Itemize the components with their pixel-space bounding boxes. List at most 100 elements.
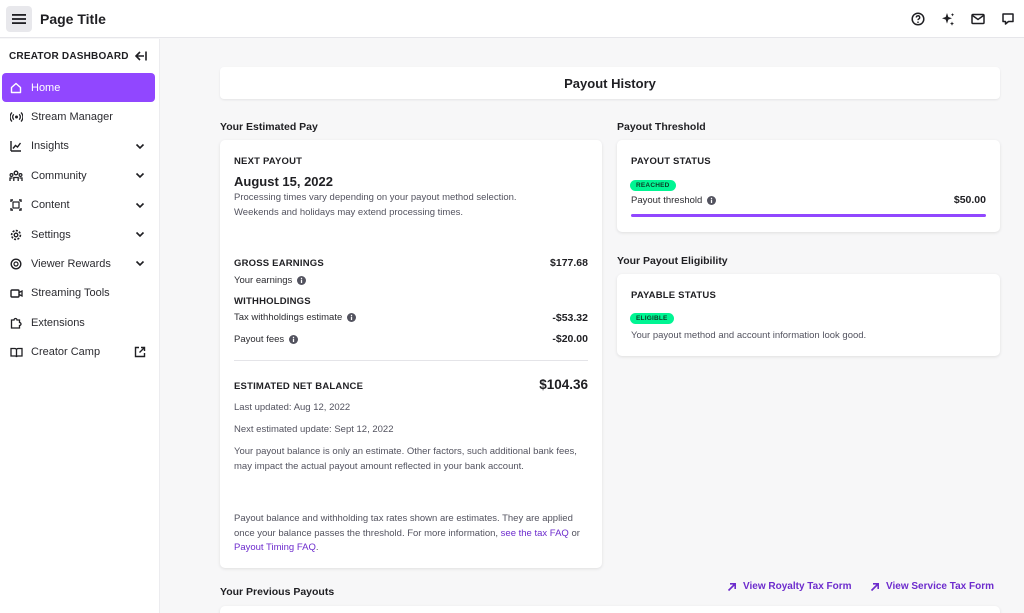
hamburger-icon: [12, 13, 26, 24]
sidebar-item-stream-manager[interactable]: Stream Manager: [0, 102, 159, 131]
mail-icon: [971, 13, 985, 25]
processing-note: Processing times vary depending on your …: [234, 192, 517, 218]
sparkle-icon: [942, 13, 955, 26]
rewards-icon: [10, 258, 22, 270]
whispers-button[interactable]: [998, 9, 1018, 29]
sidebar-item-label: Creator Camp: [31, 346, 101, 359]
view-royalty-tax-form-link[interactable]: View Royalty Tax Form: [727, 581, 852, 592]
gear-icon: [10, 229, 22, 240]
tax-faq-link[interactable]: see the tax FAQ: [501, 528, 569, 539]
gross-earnings-caption: GROSS EARNINGS: [234, 258, 324, 269]
sidebar-item-label: Insights: [31, 140, 69, 153]
estimate-footer: Payout balance and withholding tax rates…: [234, 512, 584, 556]
tax-withholdings-row: Tax withholdings estimate: [234, 312, 357, 323]
payout-threshold-label: Payout Threshold: [617, 121, 706, 133]
camera-icon: [9, 289, 23, 298]
your-earnings-label: Your earnings: [234, 275, 293, 286]
estimated-pay-label: Your Estimated Pay: [220, 121, 318, 133]
chevron-down-icon[interactable]: [134, 140, 146, 152]
broadcast-icon: [9, 112, 23, 123]
sidebar-item-label: Settings: [31, 228, 71, 241]
page-title: Page Title: [40, 10, 106, 27]
payout-status-caption: PAYOUT STATUS: [631, 156, 711, 167]
chevron-down-icon[interactable]: [134, 228, 146, 240]
collapse-sidebar-icon[interactable]: [135, 51, 147, 61]
sidebar-item-community[interactable]: Community: [0, 161, 159, 190]
payout-fees-label: Payout fees: [234, 334, 285, 345]
top-bar: Page Title: [0, 0, 1024, 38]
info-icon[interactable]: [707, 196, 717, 205]
payout-threshold-amount: $50.00: [953, 194, 986, 206]
threshold-progress-bar: [631, 214, 986, 217]
payout-eligibility-card: PAYABLE STATUS ELIGIBLE Your payout meth…: [617, 274, 1000, 356]
puzzle-icon: [10, 317, 22, 329]
payout-fees-amount: -$20.00: [552, 333, 588, 345]
sidebar-item-label: Content: [31, 199, 70, 212]
help-icon: [911, 12, 925, 26]
view-service-tax-form-link[interactable]: View Service Tax Form: [870, 581, 994, 592]
payable-status-caption: PAYABLE STATUS: [631, 290, 716, 301]
info-icon[interactable]: [297, 276, 307, 285]
sidebar-item-label: Stream Manager: [31, 111, 113, 124]
sidebar-item-label: Viewer Rewards: [31, 258, 111, 271]
sidebar-item-creator-camp[interactable]: Creator Camp: [0, 338, 159, 367]
payout-timing-faq-link[interactable]: Payout Timing FAQ: [234, 542, 316, 553]
sidebar-item-streaming-tools[interactable]: Streaming Tools: [0, 279, 159, 308]
sidebar-nav: Home Stream Manager Insights Community C…: [0, 73, 159, 367]
estimate-note: Your payout balance is only an estimate.…: [234, 446, 577, 472]
eligibility-badge: ELIGIBLE: [630, 313, 674, 324]
info-icon[interactable]: [347, 313, 357, 322]
sidebar-heading: CREATOR DASHBOARD: [9, 50, 129, 62]
main-content: Payout History Your Estimated Pay NEXT P…: [160, 39, 1024, 613]
sidebar-item-label: Streaming Tools: [31, 287, 110, 300]
sidebar-item-insights[interactable]: Insights: [0, 132, 159, 161]
chevron-down-icon[interactable]: [134, 169, 146, 181]
chat-icon: [1002, 13, 1014, 25]
sidebar-item-viewer-rewards[interactable]: Viewer Rewards: [0, 249, 159, 278]
status-badge: REACHED: [630, 180, 676, 191]
sidebar-item-content[interactable]: Content: [0, 191, 159, 220]
payout-fees-row: Payout fees: [234, 334, 299, 345]
sidebar-item-settings[interactable]: Settings: [0, 220, 159, 249]
help-button[interactable]: [908, 9, 928, 29]
divider: [234, 360, 588, 361]
previous-payouts-label: Your Previous Payouts: [220, 586, 335, 598]
next-payout-date: August 15, 2022: [234, 174, 333, 189]
payout-history-title: Payout History: [220, 67, 1000, 99]
content-icon: [10, 199, 22, 211]
net-balance-amount: $104.36: [539, 377, 588, 392]
arrow-up-right-icon: [727, 582, 736, 591]
community-icon: [9, 170, 23, 181]
external-link-icon[interactable]: [134, 346, 146, 358]
eligibility-note: Your payout method and account informati…: [631, 330, 867, 341]
chevron-down-icon[interactable]: [134, 257, 146, 269]
payout-threshold-row: Payout threshold: [631, 195, 717, 206]
inbox-button[interactable]: [968, 9, 988, 29]
arrow-up-right-icon: [870, 582, 879, 591]
service-link-label: View Service Tax Form: [886, 581, 995, 592]
sidebar-item-label: Extensions: [31, 316, 85, 329]
sidebar-item-label: Community: [31, 169, 87, 182]
footer-end: .: [315, 542, 319, 553]
sidebar-item-extensions[interactable]: Extensions: [0, 308, 159, 337]
withholdings-caption: WITHHOLDINGS: [234, 296, 311, 307]
tax-withholdings-amount: -$53.32: [552, 312, 588, 324]
sidebar-item-home[interactable]: Home: [2, 73, 155, 103]
payout-threshold-text: Payout threshold: [631, 195, 703, 206]
previous-payouts-card: [220, 606, 1000, 613]
info-icon[interactable]: [289, 335, 299, 344]
sparkle-button[interactable]: [938, 9, 958, 29]
home-icon: [10, 82, 22, 93]
tax-withholdings-label: Tax withholdings estimate: [234, 312, 343, 323]
payout-threshold-card: PAYOUT STATUS REACHED Payout threshold $…: [617, 140, 1000, 232]
chevron-down-icon[interactable]: [134, 199, 146, 211]
hamburger-menu-button[interactable]: [6, 5, 32, 32]
your-earnings-row: Your earnings: [234, 275, 307, 286]
book-icon: [9, 347, 23, 357]
next-estimated-update: Next estimated update: Sept 12, 2022: [234, 424, 394, 435]
footer-or: or: [571, 527, 580, 539]
royalty-link-label: View Royalty Tax Form: [743, 581, 852, 592]
gross-earnings-amount: $177.68: [550, 257, 588, 269]
chart-icon: [10, 141, 22, 153]
net-balance-caption: ESTIMATED NET BALANCE: [234, 381, 364, 392]
